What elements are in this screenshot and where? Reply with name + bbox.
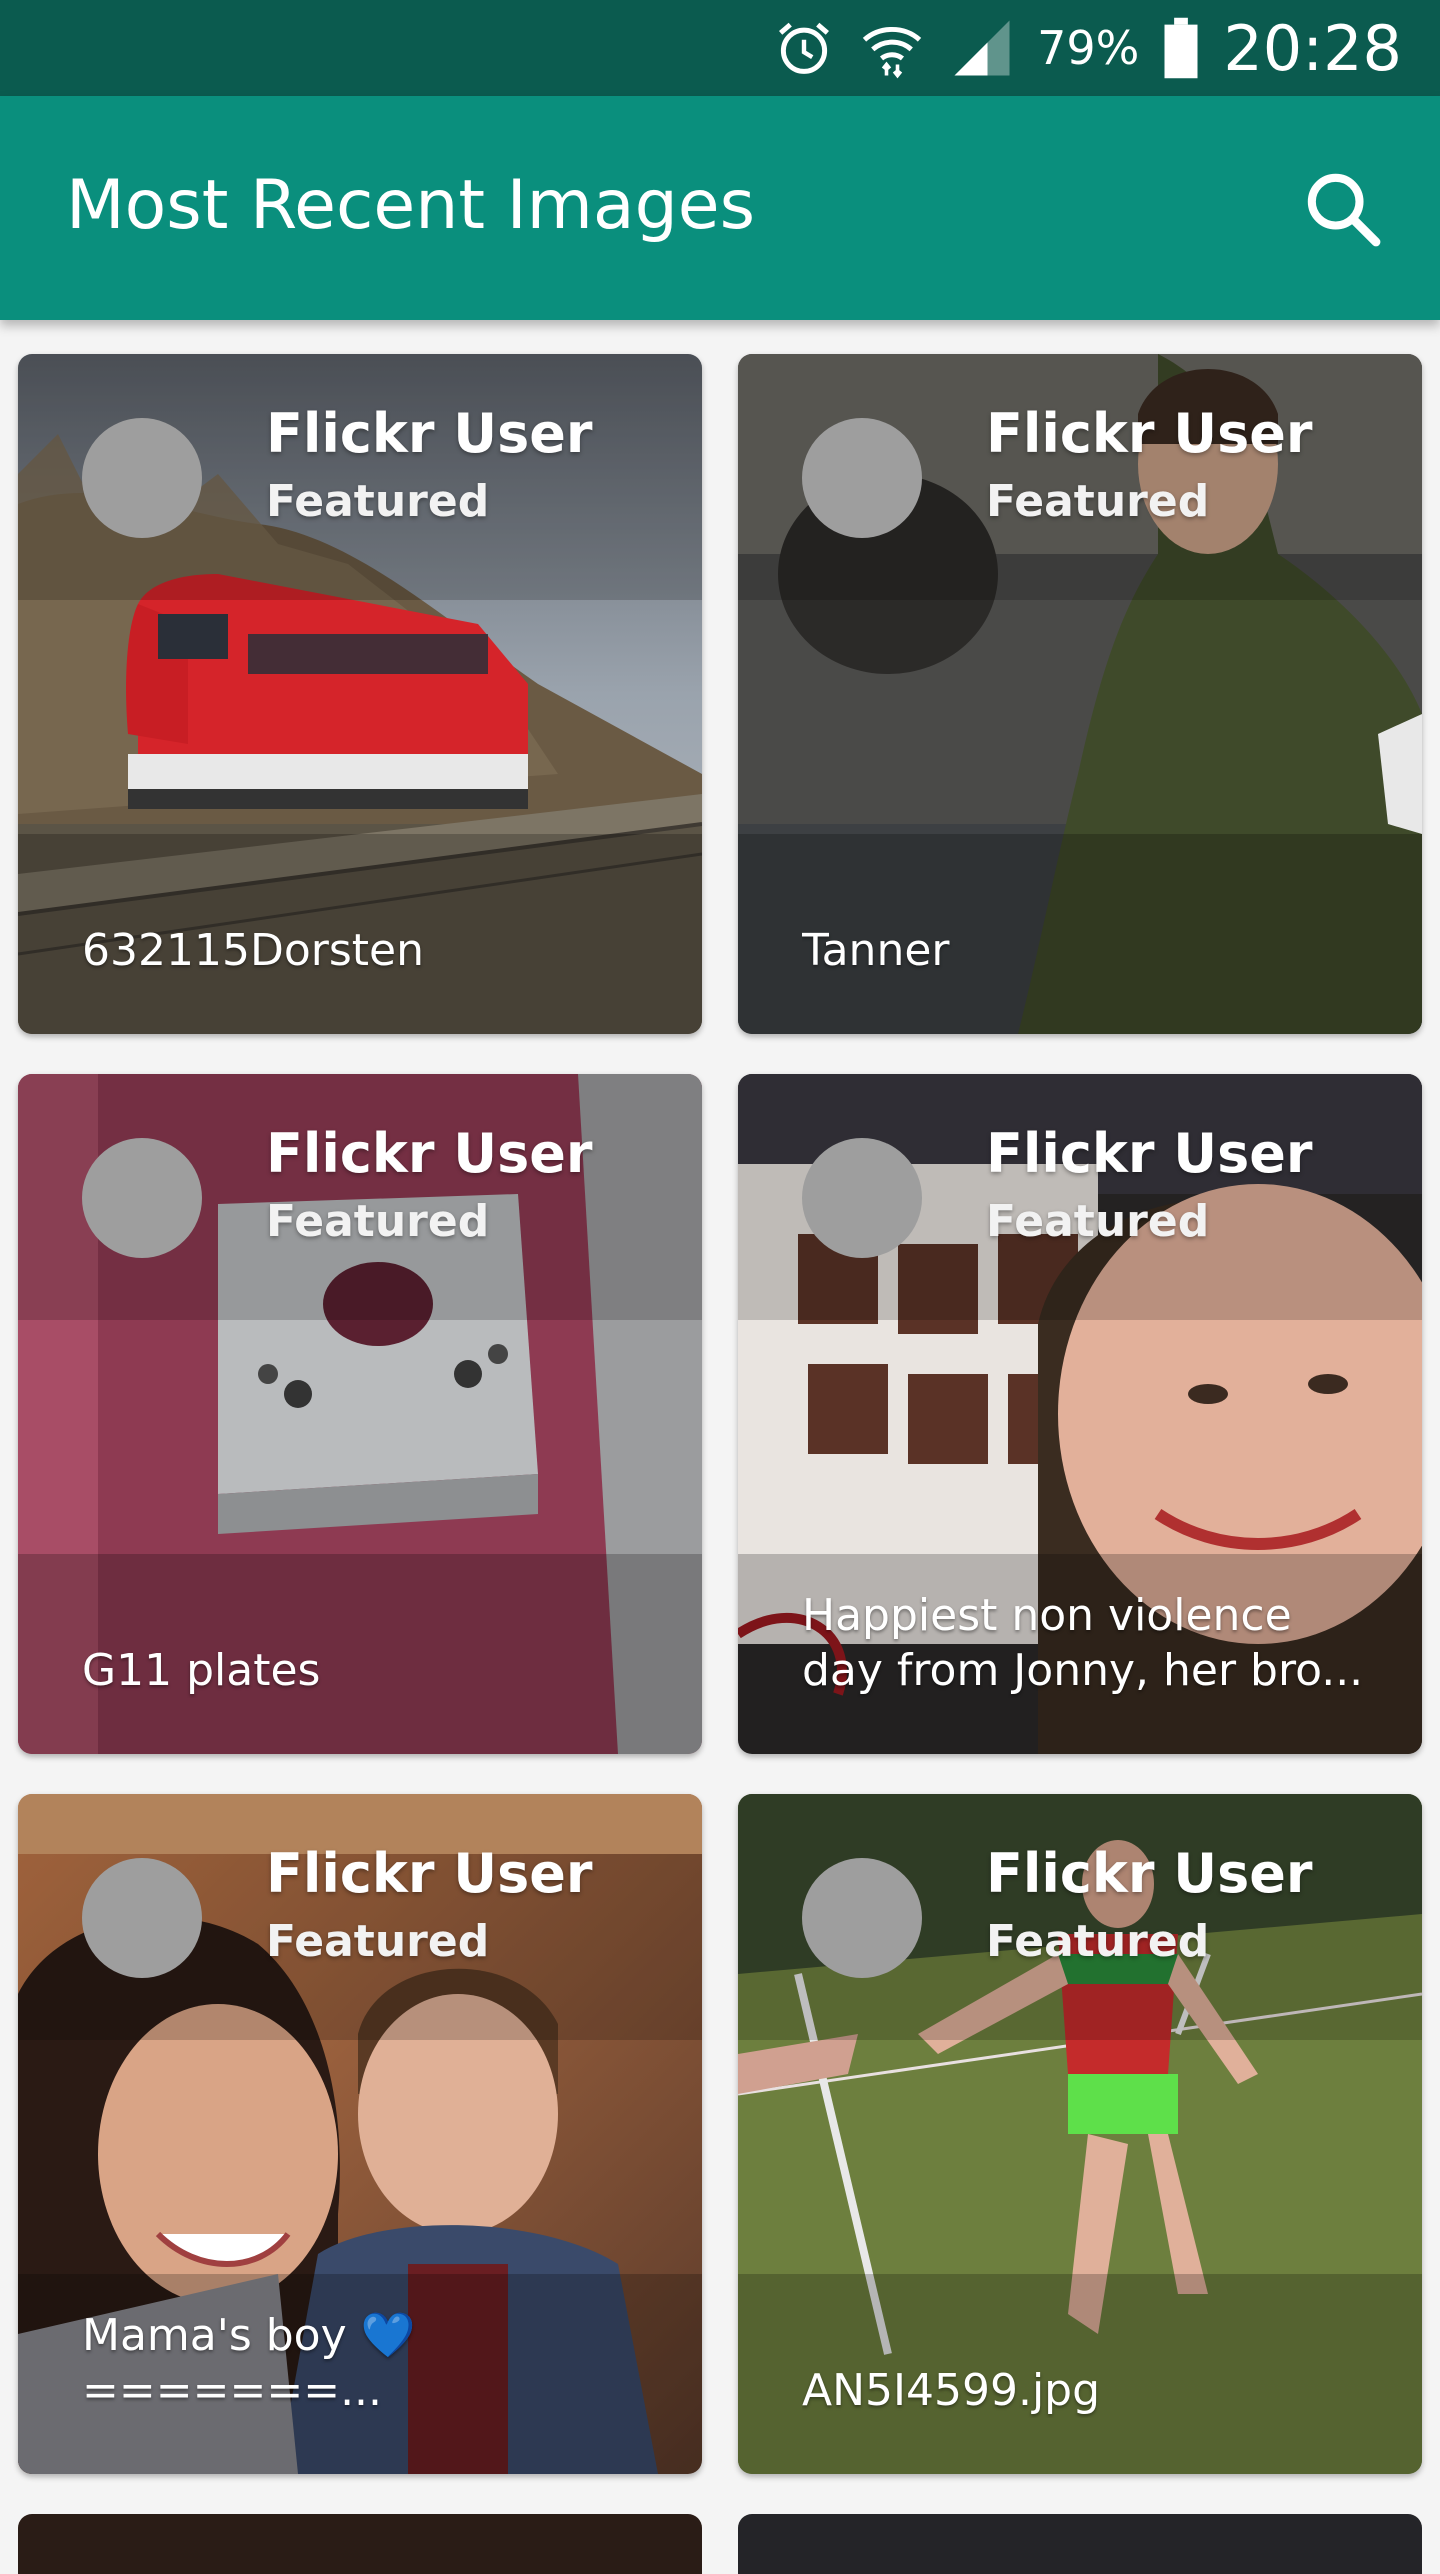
image-card[interactable]: Flickr User Featured G11 plates <box>18 1074 702 1754</box>
user-name: Flickr User <box>986 1122 1313 1185</box>
image-card-partial[interactable] <box>738 2514 1422 2574</box>
user-subtitle: Featured <box>986 1196 1210 1247</box>
battery-icon <box>1164 17 1198 79</box>
avatar <box>82 1138 202 1258</box>
image-card[interactable]: Flickr User Featured Mama's boy 💙 ======… <box>18 1794 702 2474</box>
status-icons: 79% 20:28 <box>771 0 1402 96</box>
user-subtitle: Featured <box>266 476 490 527</box>
user-name: Flickr User <box>266 402 593 465</box>
user-name: Flickr User <box>266 1122 593 1185</box>
image-caption: Happiest non violence day from Jonny, he… <box>802 1590 1364 1696</box>
signal-icon <box>954 20 1010 76</box>
image-card[interactable]: Flickr User Featured 632115Dorsten <box>18 354 702 1034</box>
user-subtitle: Featured <box>266 1196 490 1247</box>
user-subtitle: Featured <box>986 1916 1210 1967</box>
alarm-icon <box>779 22 830 74</box>
image-card[interactable]: Flickr User Featured Tanner <box>738 354 1422 1034</box>
search-button[interactable] <box>1288 154 1398 264</box>
image-caption: AN5I4599.jpg <box>802 2365 1101 2416</box>
image-caption: 632115Dorsten <box>82 925 424 976</box>
clock-time: 20:28 <box>1223 11 1402 85</box>
user-name: Flickr User <box>986 1842 1313 1905</box>
avatar <box>802 418 922 538</box>
user-name: Flickr User <box>986 402 1313 465</box>
page-title: Most Recent Images <box>66 166 755 245</box>
battery-percent: 79% <box>1037 21 1140 75</box>
avatar <box>82 1858 202 1978</box>
avatar <box>82 418 202 538</box>
app-bar: Most Recent Images <box>0 96 1440 320</box>
avatar <box>802 1138 922 1258</box>
image-caption: G11 plates <box>82 1645 321 1696</box>
image-card-partial[interactable] <box>18 2514 702 2574</box>
wifi-icon <box>862 27 922 79</box>
user-subtitle: Featured <box>266 1916 490 1967</box>
image-caption: Mama's boy 💙 =======... <box>82 2310 416 2416</box>
search-icon <box>1307 173 1381 247</box>
image-card[interactable]: Flickr User Featured AN5I4599.jpg <box>738 1794 1422 2474</box>
user-name: Flickr User <box>266 1842 593 1905</box>
avatar <box>802 1858 922 1978</box>
image-card[interactable]: Flickr User Featured Happiest non violen… <box>738 1074 1422 1754</box>
status-bar: 79% 20:28 <box>0 0 1440 96</box>
image-caption: Tanner <box>802 925 950 976</box>
user-subtitle: Featured <box>986 476 1210 527</box>
